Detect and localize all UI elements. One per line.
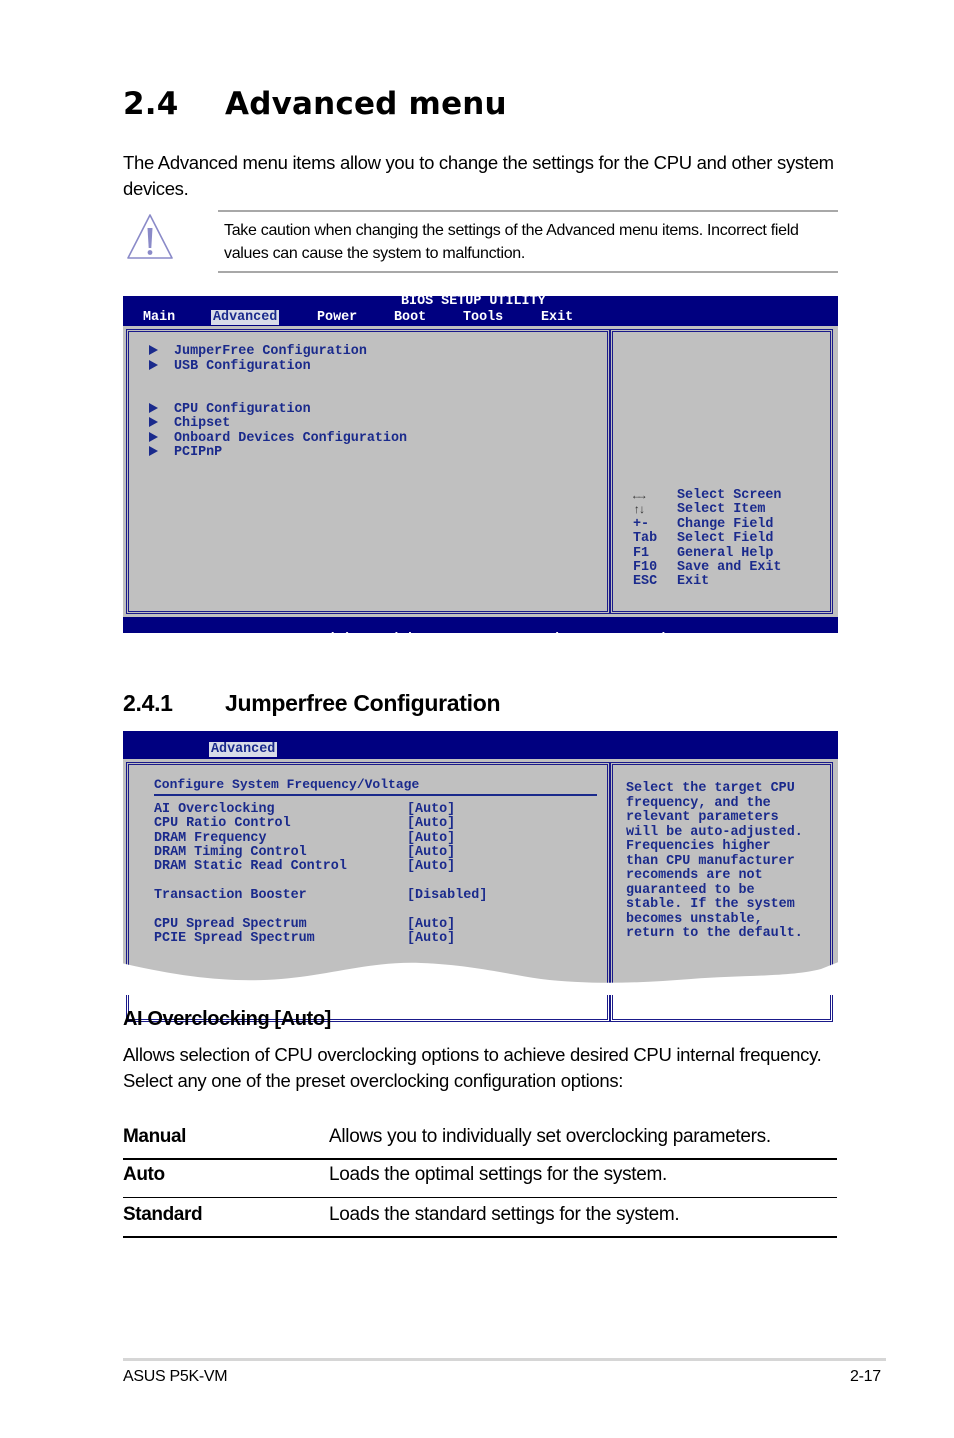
bios-setting-name[interactable]: CPU Ratio Control	[154, 816, 291, 831]
bios-setting-value[interactable]: [Auto]	[407, 859, 455, 874]
key-action: Exit	[677, 574, 710, 590]
submenu-arrow-icon	[149, 345, 158, 355]
bios2-heading: Configure System Frequency/Voltage	[154, 777, 420, 792]
key-label: F1	[633, 545, 650, 561]
option-row: Manual Allows you to individually set ov…	[123, 1120, 837, 1160]
bios-menu-tools[interactable]: Tools	[463, 310, 503, 325]
footer-product: ASUS P5K-VM	[123, 1368, 228, 1385]
key-action: Save and Exit	[677, 560, 782, 575]
bios-setting-value[interactable]: [Disabled]	[407, 888, 487, 903]
help-line: guaranteed to be	[626, 882, 755, 898]
option-name: Standard	[123, 1204, 203, 1225]
bios-setting-value[interactable]: [Auto]	[407, 816, 455, 831]
bios-menu-item-label: Chipset	[174, 416, 231, 431]
option-name: Manual	[123, 1126, 187, 1147]
key-action: Select Screen	[677, 488, 782, 503]
bios-copyright: v02.58 (C)Copyright 1985-2007, American …	[123, 617, 838, 647]
bios-menu-item-label: CPU Configuration	[174, 402, 311, 417]
bios-menu-item-label: USB Configuration	[174, 359, 311, 374]
bios-menu-item[interactable]: USB Configuration	[149, 359, 311, 374]
bios2-body: Configure System Frequency/Voltage AI Ov…	[123, 759, 838, 1022]
bios-menu-item-label: Onboard Devices Configuration	[174, 431, 408, 446]
section-number: 2.4	[123, 86, 179, 122]
bios-menu-advanced[interactable]: Advanced	[211, 310, 280, 325]
bios2-tab-advanced[interactable]: Advanced	[209, 742, 278, 757]
help-line: Frequencies higher	[626, 839, 771, 854]
option-description: Allows selection of CPU overclocking opt…	[123, 1044, 822, 1091]
warning-icon	[127, 214, 173, 259]
help-line: return to the default.	[626, 926, 803, 941]
option-heading: AI Overclocking [Auto]	[123, 1008, 331, 1030]
key-label: ESC	[633, 574, 658, 590]
help-line: relevant parameters	[626, 810, 779, 825]
torn-edge	[121, 961, 841, 995]
key-label: Tab	[633, 531, 658, 547]
key-label: F10	[633, 560, 658, 575]
bios-menu-power[interactable]: Power	[317, 310, 357, 325]
option-desc: Allows you to individually set overclock…	[329, 1126, 771, 1147]
bios-setting-name[interactable]: PCIE Spread Spectrum	[154, 931, 315, 946]
key-label: +-	[633, 516, 650, 532]
submenu-arrow-icon	[149, 360, 158, 370]
bios-title: BIOS SETUP UTILITY	[401, 294, 546, 309]
bios-copyright-text: v02.58 (C)Copyright 1985-2007, American …	[271, 632, 722, 647]
up-down-arrows-icon: ↑↓	[633, 503, 645, 518]
help-line: recomends are not	[626, 868, 763, 883]
note-top-rule	[218, 210, 838, 212]
help-line: Select the target CPU	[626, 781, 795, 796]
caution-note: Take caution when changing the settings …	[224, 222, 799, 262]
help-line: becomes unstable,	[626, 911, 763, 927]
help-line: will be auto-adjusted.	[626, 824, 803, 840]
option-desc: Loads the standard settings for the syst…	[329, 1204, 680, 1225]
bios-menu-item[interactable]: Chipset	[149, 416, 231, 431]
bios-menu-item-label: PCIPnP	[174, 445, 223, 460]
bios-setting-value[interactable]: [Auto]	[407, 931, 455, 946]
note-bottom-rule	[218, 271, 838, 273]
bios-screen-jumperfree: Advanced Configure System Frequency/Volt…	[121, 731, 841, 1022]
submenu-arrow-icon	[149, 446, 158, 456]
submenu-arrow-icon	[149, 417, 158, 427]
bios-left-panel: JumperFree Configuration USB Configuratio…	[126, 329, 610, 614]
bios-menu-main[interactable]: Main	[143, 310, 175, 325]
bios-body: JumperFree Configuration USB Configuratio…	[123, 326, 838, 617]
submenu-arrow-icon	[149, 403, 158, 413]
footer-rule	[123, 1358, 886, 1361]
bios-menu-exit[interactable]: Exit	[541, 310, 573, 325]
section-intro: The Advanced menu items allow you to cha…	[123, 152, 834, 199]
option-name: Auto	[123, 1164, 165, 1185]
key-action: Select Item	[677, 502, 766, 518]
footer-page-number: 2-17	[850, 1368, 881, 1385]
section-title: 2.4 Advanced menu	[123, 86, 507, 122]
bios-setting-name[interactable]: DRAM Static Read Control	[154, 859, 347, 874]
section-title-text: Advanced menu	[225, 86, 507, 122]
left-right-arrows-icon: ←→	[633, 489, 645, 503]
bios-menu-item[interactable]: JumperFree Configuration	[149, 344, 367, 359]
bios-setting-name[interactable]: Transaction Booster	[154, 888, 307, 903]
bios-screen-advanced: BIOS SETUP UTILITY Main Advanced Power Boot…	[123, 294, 838, 647]
bios-header: BIOS SETUP UTILITY Main Advanced Power Boot…	[123, 294, 838, 326]
help-line: than CPU manufacturer	[626, 853, 795, 869]
key-action: General Help	[677, 545, 774, 561]
option-desc: Loads the optimal settings for the syste…	[329, 1164, 668, 1185]
key-action: Change Field	[677, 516, 774, 532]
bios2-header: Advanced	[123, 731, 838, 759]
subsection-title: 2.4.1 Jumperfree Configuration	[123, 690, 501, 717]
option-row: Standard Loads the standard settings for…	[123, 1198, 837, 1238]
bios-menu-item[interactable]: PCIPnP	[149, 445, 223, 460]
bios-right-panel: ←→ Select Screen ↑↓ Select Item +- Change Fie…	[610, 329, 833, 614]
bios-menu-boot[interactable]: Boot	[394, 310, 426, 325]
subsection-title-text: Jumperfree Configuration	[225, 690, 501, 716]
help-line: stable. If the system	[626, 897, 795, 912]
key-action: Select Field	[677, 531, 774, 547]
option-row: Auto Loads the optimal settings for the …	[123, 1158, 837, 1198]
help-line: frequency, and the	[626, 795, 771, 811]
subsection-number: 2.4.1	[123, 690, 173, 716]
bios-menu-item-label: JumperFree Configuration	[174, 344, 367, 359]
submenu-arrow-icon	[149, 432, 158, 442]
bios2-heading-rule	[154, 794, 597, 796]
